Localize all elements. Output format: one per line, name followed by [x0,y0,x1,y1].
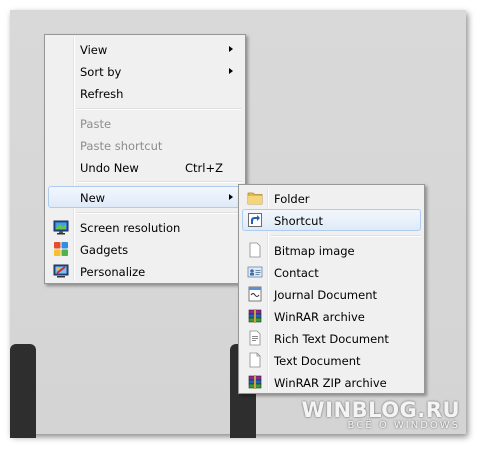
winrar-icon [248,309,262,323]
submenu-item-label: Bitmap image [274,244,355,258]
winrar-zip-icon [248,375,262,389]
monitor-icon [53,220,69,235]
menu-item-label: Refresh [80,87,124,101]
submenu-item-journal-document[interactable]: Journal Document [242,283,421,305]
menu-item-label: Sort by [80,65,122,79]
menu-item-label: Paste shortcut [80,139,163,153]
menu-item-label: Gadgets [80,243,129,257]
submenu-item-label: Text Document [274,354,361,368]
new-submenu: Folder Shortcut Bitmap image Contact Jou… [238,184,425,394]
menu-item-view[interactable]: View [48,38,242,60]
watermark-title: WINBLOG.RU [301,398,460,422]
menu-separator [77,108,242,110]
submenu-item-contact[interactable]: Contact [242,261,421,283]
menu-separator [271,235,421,237]
shortcut-icon [248,213,262,227]
submenu-item-label: WinRAR archive [274,310,365,324]
menu-item-refresh[interactable]: Refresh [48,82,242,104]
submenu-item-label: Folder [274,192,310,206]
menu-item-undo-new[interactable]: Undo New Ctrl+Z [48,156,242,178]
menu-item-paste[interactable]: Paste [48,112,242,134]
menu-item-label: New [80,191,106,205]
menu-item-label: Paste [80,117,112,131]
menu-item-new[interactable]: New [48,186,242,208]
menu-item-personalize[interactable]: Personalize [48,260,242,282]
submenu-arrow-icon [229,68,233,74]
submenu-item-folder[interactable]: Folder [242,187,421,209]
menu-item-shortcut: Ctrl+Z [185,161,223,175]
desktop-context-menu: View Sort by Refresh Paste Paste shortcu… [44,34,246,284]
submenu-item-bitmap-image[interactable]: Bitmap image [242,239,421,261]
submenu-item-label: WinRAR ZIP archive [274,376,387,390]
menu-separator [77,181,242,183]
submenu-item-label: Shortcut [274,214,323,228]
folder-icon [247,192,263,205]
submenu-item-label: Journal Document [274,288,378,302]
menu-item-label: Undo New [80,161,139,175]
submenu-item-text-document[interactable]: Text Document [242,349,421,371]
submenu-item-label: Rich Text Document [274,332,389,346]
submenu-item-winrar-archive[interactable]: WinRAR archive [242,305,421,327]
desktop-shape-left [10,344,36,438]
menu-item-label: View [80,43,108,57]
menu-separator [77,212,242,214]
personalize-icon [53,264,69,278]
text-document-icon [249,352,261,368]
submenu-item-winrar-zip-archive[interactable]: WinRAR ZIP archive [242,371,421,393]
submenu-item-rich-text-document[interactable]: Rich Text Document [242,327,421,349]
menu-item-label: Screen resolution [80,221,181,235]
journal-icon [248,286,262,302]
menu-item-label: Personalize [80,265,146,279]
bitmap-icon [249,242,261,258]
menu-item-paste-shortcut[interactable]: Paste shortcut [48,134,242,156]
submenu-item-shortcut[interactable]: Shortcut [242,209,421,231]
submenu-arrow-icon [229,46,233,52]
submenu-item-label: Contact [274,266,319,280]
rtf-document-icon [249,330,261,346]
watermark: WINBLOG.RU ВСЁ О WINDOWS [302,398,460,431]
menu-item-screen-resolution[interactable]: Screen resolution [48,216,242,238]
submenu-arrow-icon [229,194,233,200]
menu-item-sort-by[interactable]: Sort by [48,60,242,82]
menu-item-gadgets[interactable]: Gadgets [48,238,242,260]
contact-icon [247,266,263,278]
gadgets-icon [54,242,68,256]
